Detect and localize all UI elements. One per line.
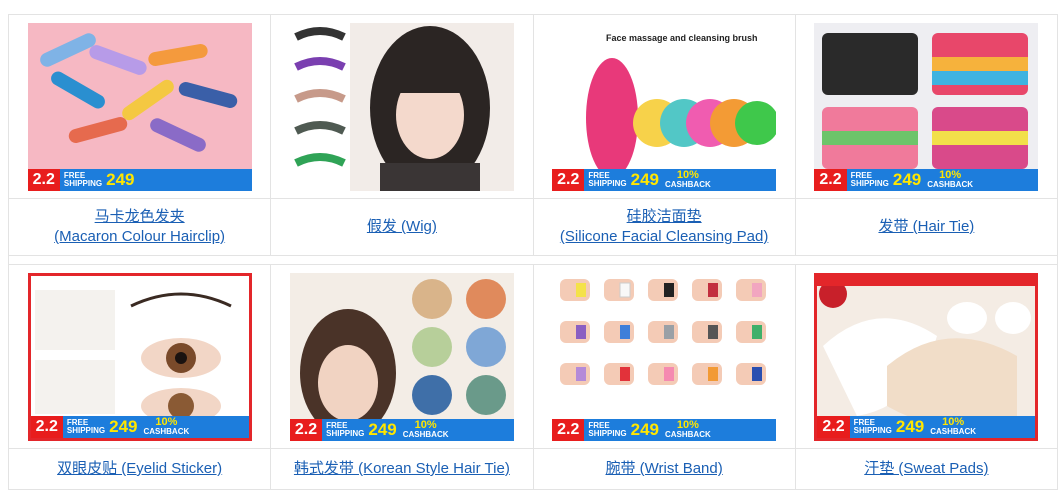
promo-banner: 2.2 FREE SHIPPING 249 10% CASHBACK [552,168,777,191]
product-link-wrist-band[interactable]: 腕带 (Wrist Band) [606,459,723,479]
product-cell-sweat-pads[interactable]: 2.2 FREE SHIPPING 249 10% CASHBACK [794,264,1058,449]
promo-banner: 2.2 FREE SHIPPING 249 10% CASHBACK [817,415,1036,438]
product-cell-eyelid-sticker[interactable]: 2.2 FREE SHIPPING 249 10% CASHBACK [7,264,272,449]
caption-cell: 双眼皮贴 (Eyelid Sticker) [7,448,272,490]
wrist-band-image[interactable]: 2.2 FREE SHIPPING 249 10% CASHBACK [552,272,777,441]
product-cell-hairclip[interactable]: 2.2 FREE SHIPPING 249 [7,14,272,199]
image-row-1: 2.2 FREE SHIPPING 249 Face massage and c… [7,14,1058,199]
caption-row-2: 双眼皮贴 (Eyelid Sticker) 韩式发带 (Korean Style… [7,448,1058,490]
caption-cell: 假发 (Wig) [270,198,534,256]
product-link-sweat-pads[interactable]: 汗垫 (Sweat Pads) [864,459,988,479]
cleansing-pad-image[interactable]: Face massage and cleansing brush 2.2 FRE… [552,22,777,191]
scrunchie-image[interactable]: 2.2 FREE SHIPPING 249 10% CASHBACK [289,272,514,441]
product-link-wig[interactable]: 假发 (Wig) [367,217,437,237]
promo-banner: 2.2 FREE SHIPPING 249 10% CASHBACK [814,168,1039,191]
caption-row-1: 马卡龙色发夹 (Macaron Colour Hairclip) 假发 (Wig)… [7,198,1058,256]
caption-cell: 腕带 (Wrist Band) [532,448,796,490]
product-cell-wig[interactable] [270,14,534,199]
eyelid-sticker-image[interactable]: 2.2 FREE SHIPPING 249 10% CASHBACK [27,272,252,441]
caption-cell: 发带 (Hair Tie) [794,198,1058,256]
product-link-cleansing-pad[interactable]: 硅胶洁面垫 (Silicone Facial Cleansing Pad) [560,207,768,247]
product-cell-wrist-band[interactable]: 2.2 FREE SHIPPING 249 10% CASHBACK [532,264,796,449]
row-spacer [8,255,1058,265]
product-cell-scrunchie[interactable]: 2.2 FREE SHIPPING 249 10% CASHBACK [270,264,534,449]
caption-cell: 韩式发带 (Korean Style Hair Tie) [270,448,534,490]
product-link-hairclip[interactable]: 马卡龙色发夹 (Macaron Colour Hairclip) [54,207,225,247]
hair-tie-image[interactable]: 2.2 FREE SHIPPING 249 10% CASHBACK [814,22,1039,191]
product-cell-hair-tie[interactable]: 2.2 FREE SHIPPING 249 10% CASHBACK [794,14,1058,199]
product-link-eyelid-sticker[interactable]: 双眼皮贴 (Eyelid Sticker) [57,459,222,479]
promo-banner: 2.2 FREE SHIPPING 249 10% CASHBACK [289,418,514,441]
promo-banner: 2.2 FREE SHIPPING 249 10% CASHBACK [552,418,777,441]
caption-cell: 汗垫 (Sweat Pads) [794,448,1058,490]
spacer [8,255,1058,265]
caption-cell: 马卡龙色发夹 (Macaron Colour Hairclip) [7,198,272,256]
image-row-2: 2.2 FREE SHIPPING 249 10% CASHBACK 2.2 F… [7,264,1058,449]
promo-banner: 2.2 FREE SHIPPING 249 [27,168,252,191]
promo-banner: 2.2 FREE SHIPPING 249 10% CASHBACK [30,415,249,438]
product-cell-cleansing-pad[interactable]: Face massage and cleansing brush 2.2 FRE… [532,14,796,199]
product-link-scrunchie[interactable]: 韩式发带 (Korean Style Hair Tie) [294,459,510,479]
sweat-pads-image[interactable]: 2.2 FREE SHIPPING 249 10% CASHBACK [814,272,1039,441]
product-table: 2.2 FREE SHIPPING 249 Face massage and c… [7,14,1058,490]
overlay-text: Face massage and cleansing brush [606,33,758,43]
hairclip-image[interactable]: 2.2 FREE SHIPPING 249 [27,22,252,191]
product-link-hair-tie[interactable]: 发带 (Hair Tie) [878,217,974,237]
caption-cell: 硅胶洁面垫 (Silicone Facial Cleansing Pad) [532,198,796,256]
product-grid: 2.2 FREE SHIPPING 249 Face massage and c… [0,0,1058,497]
wig-image[interactable] [289,22,514,191]
